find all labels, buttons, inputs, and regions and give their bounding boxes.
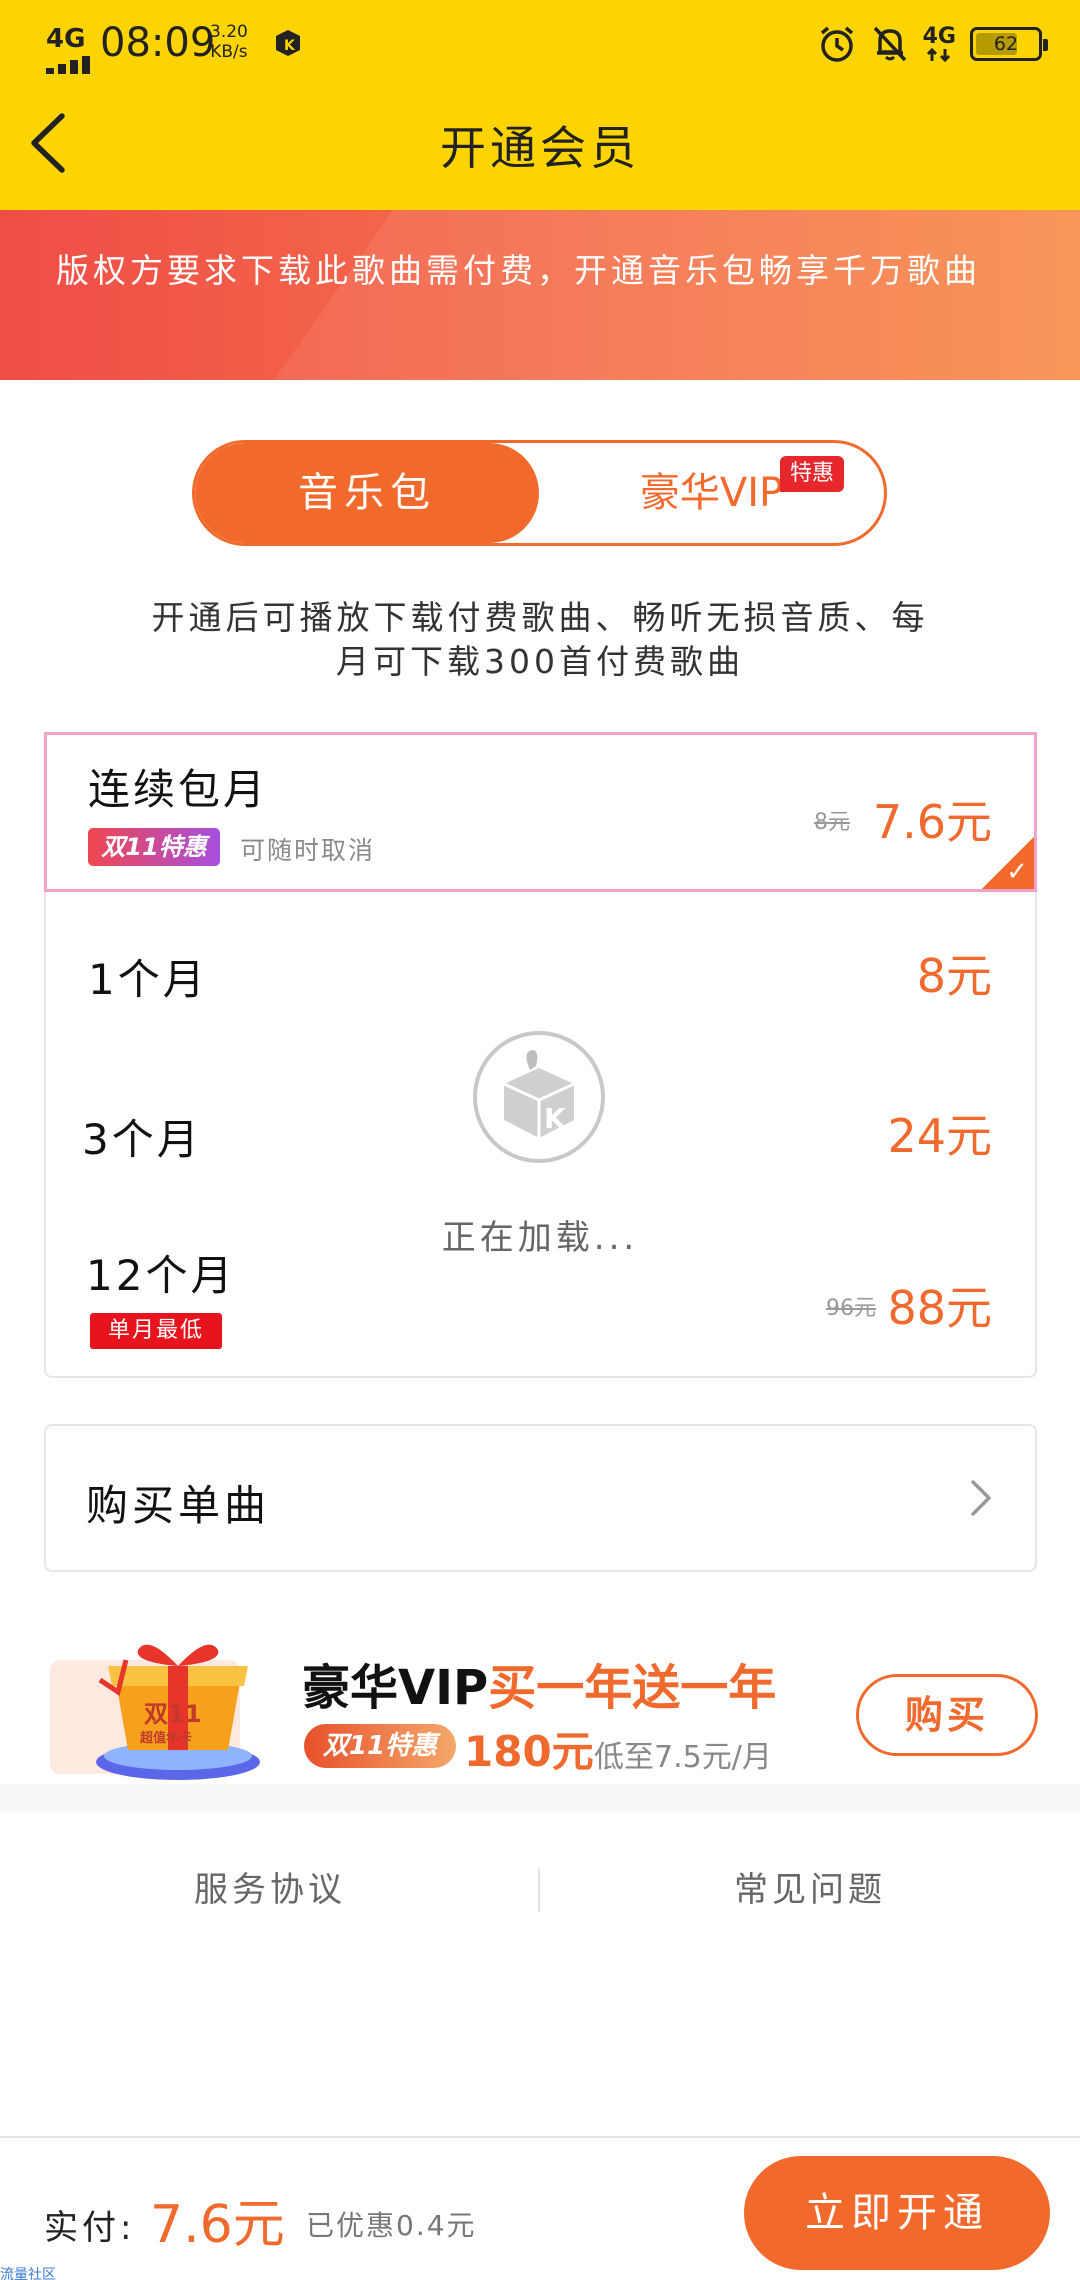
chevron-right-icon	[971, 1480, 991, 1516]
buy-single-song-label: 购买单曲	[86, 1481, 271, 1530]
plan-price: 7.6元	[872, 795, 992, 849]
data-arrows-icon	[927, 48, 951, 62]
plan-name: 连续包月	[88, 765, 269, 814]
gift-sublabel: 超值年卡	[140, 1730, 192, 1746]
cancel-anytime-note: 可随时取消	[240, 836, 376, 865]
plan-name: 3个月	[82, 1115, 202, 1164]
pay-label: 实付:	[44, 2208, 136, 2248]
net-speed: 3.20 KB/s	[210, 22, 248, 62]
signal-icon	[46, 56, 94, 74]
app-notification-icon: K	[276, 30, 300, 56]
plan-name: 1个月	[88, 955, 208, 1004]
promo-price: 180元	[464, 1727, 594, 1776]
clock: 08:09	[100, 20, 216, 66]
discount-note: 已优惠0.4元	[306, 2209, 477, 2242]
svg-text:K: K	[284, 38, 296, 54]
plan-price: 8元	[916, 949, 992, 1003]
gift-box-icon: 双11 超值年卡	[96, 1644, 260, 1780]
loading-text: 正在加载...	[441, 1218, 639, 1258]
service-agreement-link[interactable]: 服务协议	[0, 1860, 540, 1920]
loading-logo-icon: K	[473, 1031, 605, 1163]
promo-title-main: 豪华VIP	[302, 1660, 489, 1716]
plan-price: 24元	[887, 1109, 992, 1163]
status-bar: 4G 08:09 3.20 KB/s K 4G 62	[0, 18, 1080, 78]
pay-amount: 7.6元	[150, 2195, 285, 2255]
promo-title-highlight: 买一年送一年	[488, 1660, 777, 1716]
faq-link[interactable]: 常见问题	[540, 1860, 1080, 1920]
header-bar: 4G 08:09 3.20 KB/s K 4G 62 开通会员	[0, 0, 1080, 210]
plan-price: 88元	[887, 1281, 992, 1335]
network-4g: 4G	[923, 26, 956, 62]
notice-banner: 版权方要求下载此歌曲需付费，开通音乐包畅享千万歌曲	[0, 210, 1080, 380]
alarm-icon	[820, 26, 853, 62]
mute-icon	[873, 26, 906, 62]
svg-text:K: K	[544, 1102, 567, 1135]
notice-text: 版权方要求下载此歌曲需付费，开通音乐包畅享千万歌曲	[56, 251, 981, 290]
net-speed-value: 3.20	[210, 22, 248, 42]
promo-monthly-price: 低至7.5元/月	[594, 1740, 772, 1775]
payment-bar: 实付: 7.6元 已优惠0.4元 立即开通	[0, 2136, 1080, 2280]
footer-links: 服务协议 常见问题	[0, 1860, 1080, 1920]
network-type: 4G	[46, 24, 86, 54]
promo-double11-tag: 双11特惠	[304, 1724, 456, 1768]
page-title: 开通会员	[440, 121, 640, 175]
lowest-monthly-tag: 单月最低	[90, 1313, 222, 1349]
check-icon: ✓	[1006, 857, 1028, 887]
activate-now-button[interactable]: 立即开通	[744, 2156, 1050, 2270]
package-description: 开通后可播放下载付费歌曲、畅听无损音质、每月可下载300首付费歌曲	[151, 598, 929, 681]
watermark: 流量社区	[0, 2267, 56, 2280]
battery-icon: 62	[970, 27, 1048, 61]
tab-music-package[interactable]: 音乐包	[195, 443, 539, 543]
special-offer-badge: 特惠	[780, 456, 845, 492]
promo-title: 豪华VIP买一年送一年	[302, 1648, 776, 1718]
promo-buy-button[interactable]: 购买	[856, 1674, 1038, 1756]
status-icons-right: 4G 62	[817, 22, 1048, 66]
double11-tag: 双11特惠	[88, 828, 220, 866]
gift-label: 双11	[144, 1700, 201, 1728]
buy-single-song-row[interactable]: 购买单曲	[44, 1424, 1037, 1572]
net-speed-unit: KB/s	[210, 42, 248, 62]
